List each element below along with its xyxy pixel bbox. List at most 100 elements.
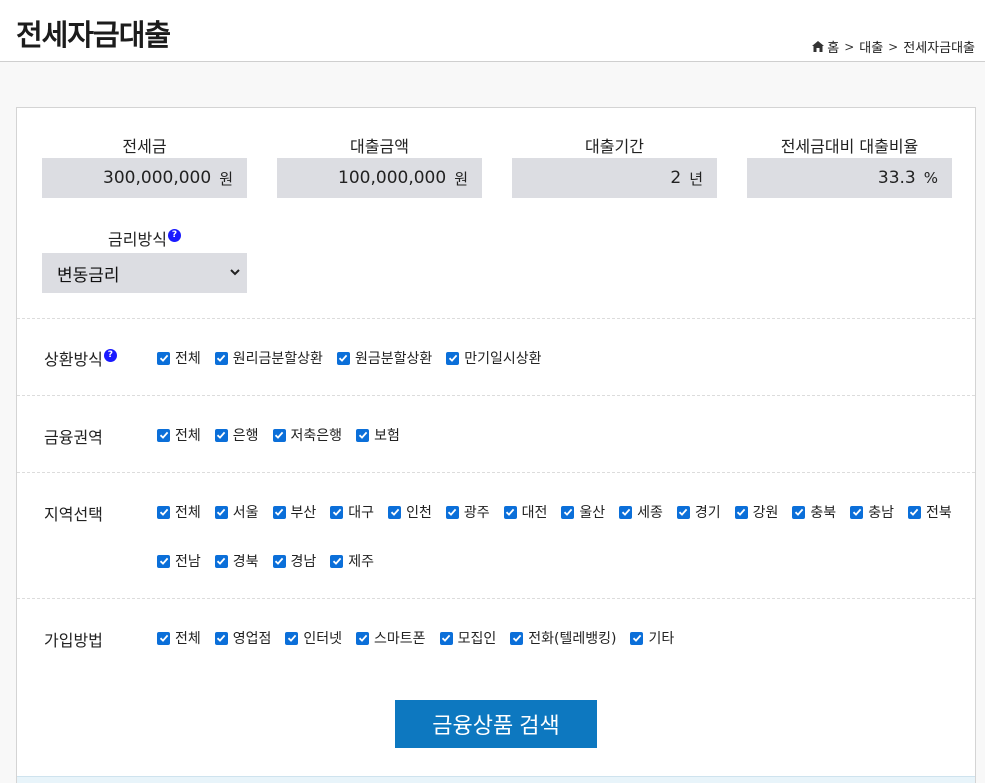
checkbox-checked-icon[interactable] xyxy=(630,631,644,645)
checkbox-option[interactable]: 전체 xyxy=(157,425,201,445)
loan-amount-input[interactable]: 100,000,000 원 xyxy=(277,158,482,198)
checkbox-checked-icon[interactable] xyxy=(214,631,228,645)
checkbox-option[interactable]: 광주 xyxy=(445,502,490,522)
checkbox-checked-icon[interactable] xyxy=(676,505,690,519)
chevron-right-icon: > xyxy=(888,39,899,54)
checkbox-checked-icon[interactable] xyxy=(285,631,299,645)
checkbox-label: 인천 xyxy=(406,505,432,521)
checkbox-checked-icon[interactable] xyxy=(330,505,344,519)
checkbox-option[interactable]: 제주 xyxy=(330,551,374,571)
divider xyxy=(17,598,975,599)
page-header: 전세자금대출 홈 > 대출 > 전세자금대출 xyxy=(0,0,985,62)
checkbox-checked-icon[interactable] xyxy=(619,505,633,519)
checkbox-option[interactable]: 대구 xyxy=(330,502,374,522)
checkbox-checked-icon[interactable] xyxy=(356,428,370,442)
checkbox-label: 세종 xyxy=(637,505,663,521)
help-icon[interactable]: ? xyxy=(103,349,117,362)
checkbox-checked-icon[interactable] xyxy=(272,428,286,442)
breadcrumb: 홈 > 대출 > 전세자금대출 xyxy=(812,37,975,56)
checkbox-checked-icon[interactable] xyxy=(792,505,806,519)
checkbox-option[interactable]: 은행 xyxy=(214,425,259,445)
checkbox-label: 전체 xyxy=(175,505,201,521)
loan-amount-label: 대출금액 xyxy=(350,137,409,156)
checkbox-option[interactable]: 경기 xyxy=(676,502,721,522)
checkbox-label: 충남 xyxy=(868,505,894,521)
checkbox-option[interactable]: 부산 xyxy=(272,502,316,522)
checkbox-checked-icon[interactable] xyxy=(439,631,453,645)
checkbox-option[interactable]: 전남 xyxy=(157,551,201,571)
search-button[interactable]: 금융상품 검색 xyxy=(395,700,597,748)
checkbox-checked-icon[interactable] xyxy=(157,554,170,568)
home-icon[interactable] xyxy=(812,41,825,52)
checkbox-label: 전체 xyxy=(175,428,201,444)
loan-ratio-input[interactable]: 33.3 % xyxy=(747,158,952,198)
checkbox-checked-icon[interactable] xyxy=(503,505,517,519)
rate-type-select[interactable]: 변동금리 xyxy=(42,253,247,293)
checkbox-option[interactable]: 강원 xyxy=(734,502,779,522)
checkbox-label: 서울 xyxy=(232,505,259,521)
checkbox-option[interactable]: 만기일시상환 xyxy=(446,348,542,368)
checkbox-checked-icon[interactable] xyxy=(214,351,228,365)
join-method-options: 전체 영업점 인터넷 스마트폰 모집인 전화(텔레뱅킹) 기타 xyxy=(157,628,688,648)
checkbox-label: 강원 xyxy=(752,505,779,521)
checkbox-option[interactable]: 전화(텔레뱅킹) xyxy=(510,628,616,648)
checkbox-option[interactable]: 인천 xyxy=(388,502,432,522)
checkbox-option[interactable]: 세종 xyxy=(619,502,663,522)
checkbox-option[interactable]: 스마트폰 xyxy=(356,628,426,648)
checkbox-label: 전화(텔레뱅킹) xyxy=(528,631,617,647)
checkbox-checked-icon[interactable] xyxy=(157,631,170,645)
divider xyxy=(17,318,975,319)
region-label: 지역선택 xyxy=(44,505,103,524)
checkbox-option[interactable]: 전북 xyxy=(907,502,952,522)
checkbox-option[interactable]: 기타 xyxy=(630,628,674,648)
breadcrumb-home[interactable]: 홈 xyxy=(827,37,839,56)
checkbox-checked-icon[interactable] xyxy=(445,505,459,519)
checkbox-checked-icon[interactable] xyxy=(272,554,286,568)
checkbox-checked-icon[interactable] xyxy=(214,505,228,519)
checkbox-checked-icon[interactable] xyxy=(446,351,460,365)
deposit-unit: 원 xyxy=(219,169,233,188)
checkbox-checked-icon[interactable] xyxy=(157,428,170,442)
checkbox-option[interactable]: 모집인 xyxy=(439,628,496,648)
checkbox-checked-icon[interactable] xyxy=(734,505,748,519)
checkbox-label: 울산 xyxy=(579,505,606,521)
checkbox-option[interactable]: 울산 xyxy=(561,502,605,522)
loan-ratio-unit: % xyxy=(923,169,938,187)
checkbox-option[interactable]: 충남 xyxy=(850,502,894,522)
checkbox-checked-icon[interactable] xyxy=(850,505,864,519)
checkbox-option[interactable]: 경남 xyxy=(272,551,316,571)
checkbox-option[interactable]: 경북 xyxy=(214,551,259,571)
checkbox-checked-icon[interactable] xyxy=(561,505,575,519)
checkbox-checked-icon[interactable] xyxy=(157,505,170,519)
financial-sector-options: 전체 은행 저축은행 보험 xyxy=(157,425,414,445)
checkbox-label: 대구 xyxy=(348,505,375,521)
checkbox-checked-icon[interactable] xyxy=(336,351,350,365)
checkbox-option[interactable]: 서울 xyxy=(214,502,259,522)
checkbox-option[interactable]: 전체 xyxy=(157,502,201,522)
checkbox-option[interactable]: 충북 xyxy=(792,502,836,522)
checkbox-option[interactable]: 영업점 xyxy=(214,628,271,648)
help-icon[interactable]: ? xyxy=(167,229,181,242)
checkbox-checked-icon[interactable] xyxy=(330,554,344,568)
checkbox-checked-icon[interactable] xyxy=(510,631,524,645)
checkbox-option[interactable]: 원리금분할상환 xyxy=(214,348,323,368)
loan-period-input[interactable]: 2 년 xyxy=(512,158,717,198)
deposit-input[interactable]: 300,000,000 원 xyxy=(42,158,247,198)
checkbox-checked-icon[interactable] xyxy=(388,505,402,519)
checkbox-option[interactable]: 저축은행 xyxy=(272,425,342,445)
checkbox-option[interactable]: 보험 xyxy=(356,425,400,445)
checkbox-option[interactable]: 인터넷 xyxy=(285,628,342,648)
checkbox-option[interactable]: 전체 xyxy=(157,348,201,368)
divider xyxy=(17,472,975,473)
checkbox-checked-icon[interactable] xyxy=(907,505,921,519)
checkbox-checked-icon[interactable] xyxy=(214,554,228,568)
region-options-row1: 전체 서울 부산 대구 인천 광주 대전 울산 세종 경기 강원 충북 충남 전북 xyxy=(157,502,966,522)
checkbox-option[interactable]: 대전 xyxy=(503,502,547,522)
checkbox-checked-icon[interactable] xyxy=(157,351,170,365)
checkbox-checked-icon[interactable] xyxy=(214,428,228,442)
checkbox-option[interactable]: 전체 xyxy=(157,628,201,648)
breadcrumb-loan[interactable]: 대출 xyxy=(859,37,883,56)
checkbox-checked-icon[interactable] xyxy=(356,631,370,645)
checkbox-checked-icon[interactable] xyxy=(272,505,286,519)
checkbox-option[interactable]: 원금분할상환 xyxy=(336,348,432,368)
